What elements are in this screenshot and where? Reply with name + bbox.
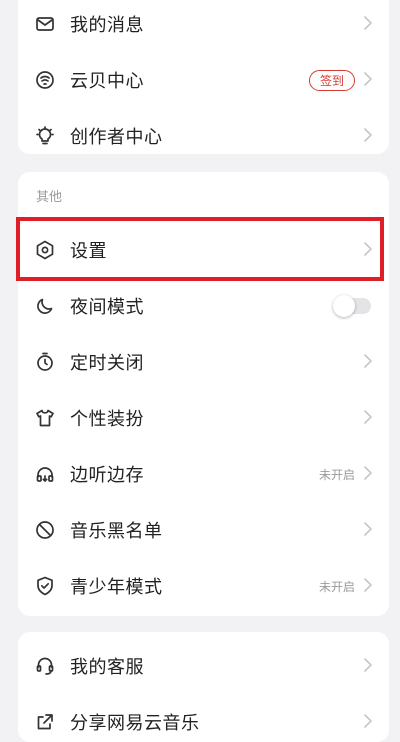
chevron-right-icon bbox=[363, 15, 373, 34]
menu-item-label: 云贝中心 bbox=[70, 71, 144, 92]
shield-check-icon bbox=[34, 575, 56, 597]
menu-item-teen-mode[interactable]: 青少年模式 未开启 bbox=[18, 558, 389, 614]
share-icon bbox=[34, 711, 56, 733]
menu-item-label: 个性装扮 bbox=[70, 409, 144, 430]
menu-item-night-mode[interactable]: 夜间模式 bbox=[18, 278, 389, 334]
lightbulb-icon bbox=[34, 125, 56, 147]
headset-icon bbox=[34, 655, 56, 677]
headphones-icon bbox=[34, 463, 56, 485]
status-text: 未开启 bbox=[318, 467, 355, 482]
menu-item-label: 边听边存 bbox=[70, 465, 144, 486]
timer-icon bbox=[34, 351, 56, 373]
menu-card-top: 我的消息 云贝中心 签到 创作者中心 bbox=[18, 0, 389, 154]
chevron-right-icon bbox=[363, 657, 373, 676]
chevron-right-icon bbox=[363, 353, 373, 372]
coin-icon bbox=[34, 69, 56, 91]
menu-item-label: 夜间模式 bbox=[70, 297, 144, 318]
menu-item-label: 我的客服 bbox=[70, 657, 144, 678]
chevron-right-icon bbox=[363, 465, 373, 484]
chevron-right-icon bbox=[363, 577, 373, 596]
menu-item-label: 音乐黑名单 bbox=[70, 521, 163, 542]
menu-item-customer-service[interactable]: 我的客服 bbox=[18, 638, 389, 694]
menu-item-label: 分享网易云音乐 bbox=[70, 713, 200, 734]
menu-item-cloud-coin-center[interactable]: 云贝中心 签到 bbox=[18, 52, 389, 108]
mail-icon bbox=[34, 13, 56, 35]
menu-item-sleep-timer[interactable]: 定时关闭 bbox=[18, 334, 389, 390]
menu-item-my-messages[interactable]: 我的消息 bbox=[18, 0, 389, 52]
moon-icon bbox=[34, 295, 56, 317]
chevron-right-icon bbox=[363, 71, 373, 90]
status-text: 未开启 bbox=[318, 579, 355, 594]
menu-item-label: 定时关闭 bbox=[70, 353, 144, 374]
menu-item-label: 创作者中心 bbox=[70, 127, 163, 148]
menu-item-creator-center[interactable]: 创作者中心 bbox=[18, 108, 389, 154]
menu-item-cache-while-listening[interactable]: 边听边存 未开启 bbox=[18, 446, 389, 502]
section-title: 其他 bbox=[36, 190, 63, 205]
settings-highlight-box bbox=[16, 217, 384, 281]
chevron-right-icon bbox=[363, 713, 373, 732]
block-icon bbox=[34, 519, 56, 541]
menu-item-personal-theme[interactable]: 个性装扮 bbox=[18, 390, 389, 446]
toggle-knob bbox=[333, 295, 355, 317]
chevron-right-icon bbox=[363, 521, 373, 540]
menu-item-music-blacklist[interactable]: 音乐黑名单 bbox=[18, 502, 389, 558]
chevron-right-icon bbox=[363, 409, 373, 428]
menu-item-label: 我的消息 bbox=[70, 15, 144, 36]
menu-item-label: 青少年模式 bbox=[70, 577, 163, 598]
menu-item-share-app[interactable]: 分享网易云音乐 bbox=[18, 694, 389, 742]
tshirt-icon bbox=[34, 407, 56, 429]
chevron-right-icon bbox=[363, 127, 373, 146]
sign-in-badge[interactable]: 签到 bbox=[308, 69, 355, 91]
night-mode-toggle[interactable] bbox=[333, 295, 371, 317]
